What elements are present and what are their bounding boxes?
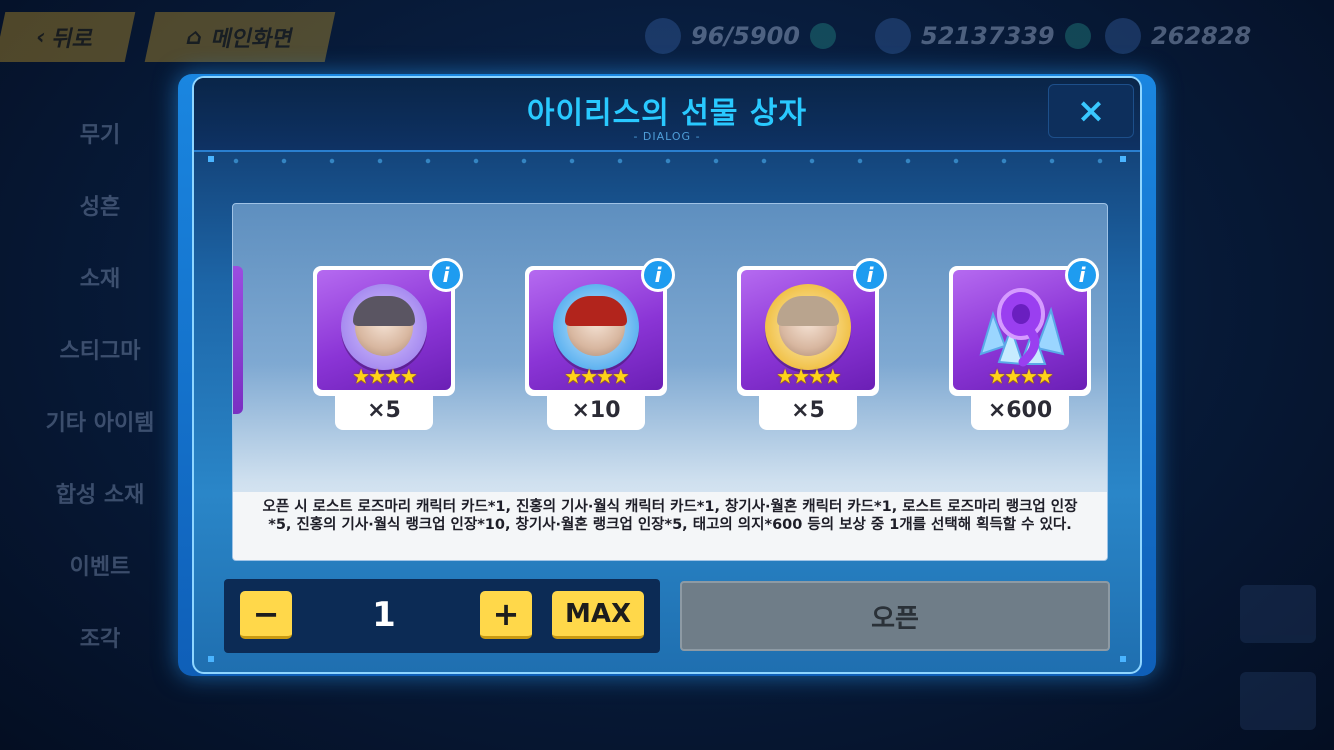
dialog-title: 아이리스의 선물 상자 xyxy=(526,96,808,131)
reward-art: ★★★★ xyxy=(317,270,451,390)
corner-decoration xyxy=(1120,156,1126,162)
open-label: 오픈 xyxy=(871,603,919,634)
add-stamina-button[interactable] xyxy=(809,23,836,49)
reward-art: ★★★★ xyxy=(529,270,663,390)
side-menu-item[interactable]: 무기 xyxy=(30,100,170,172)
stamina-resource: 96/5900 xyxy=(645,18,836,54)
max-button[interactable]: MAX xyxy=(552,591,644,639)
reward-item[interactable]: ★★★★ ×5 i xyxy=(737,258,887,430)
close-button[interactable]: × xyxy=(1048,84,1134,138)
stamina-value: 96/5900 xyxy=(691,22,800,50)
crystal-value: 52137339 xyxy=(921,22,1055,50)
portrait-hair xyxy=(353,296,415,326)
side-menu: 무기 성흔 소재 스티그마 기타 아이템 합성 소재 이벤트 조각 xyxy=(30,100,170,676)
coin-resource: 262828 xyxy=(1105,18,1251,54)
home-icon: ⌂ xyxy=(183,24,206,50)
rank-seal-icon xyxy=(765,284,851,370)
crystal-resource: 52137339 xyxy=(875,18,1091,54)
dialog-header: 아이리스의 선물 상자 - DIALOG - × xyxy=(194,78,1140,152)
reward-art: ★★★★ xyxy=(953,270,1087,390)
stamina-icon xyxy=(645,18,681,54)
sort-button[interactable] xyxy=(1240,585,1316,643)
chevron-left-icon: ‹ xyxy=(33,24,48,50)
reward-item[interactable]: ★★★★ ×5 i xyxy=(313,258,463,430)
rank-seal-icon xyxy=(553,284,639,370)
reward-item[interactable]: ★★★★ ×10 i xyxy=(525,258,675,430)
decrease-button[interactable]: − xyxy=(240,591,292,639)
side-menu-item[interactable]: 조각 xyxy=(30,604,170,676)
back-label: 뒤로 xyxy=(50,27,96,52)
corner-decoration xyxy=(208,656,214,662)
quantity-value: 1 xyxy=(372,595,396,635)
coin-value: 262828 xyxy=(1151,22,1252,50)
bag-button[interactable] xyxy=(1240,672,1316,730)
rarity-stars: ★★★★ xyxy=(564,364,630,388)
reward-quantity: ×10 xyxy=(547,394,645,430)
reward-item[interactable]: ★★★★ ×600 i xyxy=(949,258,1099,430)
coin-icon xyxy=(1105,18,1141,54)
corner-decoration xyxy=(1120,656,1126,662)
reward-list: ★★★★ ×5 i ★★★★ ×10 i ★★★★ ×5 i ★★★★ ×600… xyxy=(233,204,1107,494)
info-icon[interactable]: i xyxy=(641,258,675,292)
back-button[interactable]: ‹ 뒤로 xyxy=(0,12,136,62)
quantity-stepper: − 1 + MAX xyxy=(224,579,660,653)
reward-description: 오픈 시 로스트 로즈마리 캐릭터 카드*1, 진홍의 기사·월식 캐릭터 카드… xyxy=(233,492,1107,560)
side-menu-item[interactable]: 합성 소재 xyxy=(30,460,170,532)
rarity-stars: ★★★★ xyxy=(776,364,842,388)
info-icon[interactable]: i xyxy=(1065,258,1099,292)
side-menu-item[interactable]: 기타 아이템 xyxy=(30,388,170,460)
reward-panel: ★★★★ ×5 i ★★★★ ×10 i ★★★★ ×5 i ★★★★ ×600… xyxy=(232,203,1108,561)
rank-seal-icon xyxy=(341,284,427,370)
home-button[interactable]: ⌂ 메인화면 xyxy=(144,12,336,62)
portrait-hair xyxy=(565,296,627,326)
side-menu-item[interactable]: 소재 xyxy=(30,244,170,316)
reward-item-partial[interactable] xyxy=(233,266,243,414)
decorative-dots xyxy=(212,158,1122,164)
will-of-the-ancients-icon xyxy=(979,288,1065,367)
info-icon[interactable]: i xyxy=(429,258,463,292)
close-icon: × xyxy=(1076,91,1106,131)
side-menu-item[interactable]: 이벤트 xyxy=(30,532,170,604)
crystal-icon xyxy=(875,18,911,54)
add-crystal-button[interactable] xyxy=(1064,23,1091,49)
reward-quantity: ×600 xyxy=(971,394,1069,430)
corner-decoration xyxy=(208,156,214,162)
side-menu-item[interactable]: 성흔 xyxy=(30,172,170,244)
reward-quantity: ×5 xyxy=(759,394,857,430)
reward-art: ★★★★ xyxy=(741,270,875,390)
open-button[interactable]: 오픈 xyxy=(680,581,1110,651)
home-label: 메인화면 xyxy=(209,27,296,52)
rarity-stars: ★★★★ xyxy=(352,364,418,388)
rarity-stars: ★★★★ xyxy=(988,364,1054,388)
increase-button[interactable]: + xyxy=(480,591,532,639)
reward-quantity: ×5 xyxy=(335,394,433,430)
side-menu-item[interactable]: 스티그마 xyxy=(30,316,170,388)
portrait-hair xyxy=(777,296,839,326)
dialog-subtitle: - DIALOG - xyxy=(633,130,701,143)
gift-box-dialog: 아이리스의 선물 상자 - DIALOG - × ★★★★ ×5 i ★★★★ … xyxy=(192,76,1142,674)
info-icon[interactable]: i xyxy=(853,258,887,292)
